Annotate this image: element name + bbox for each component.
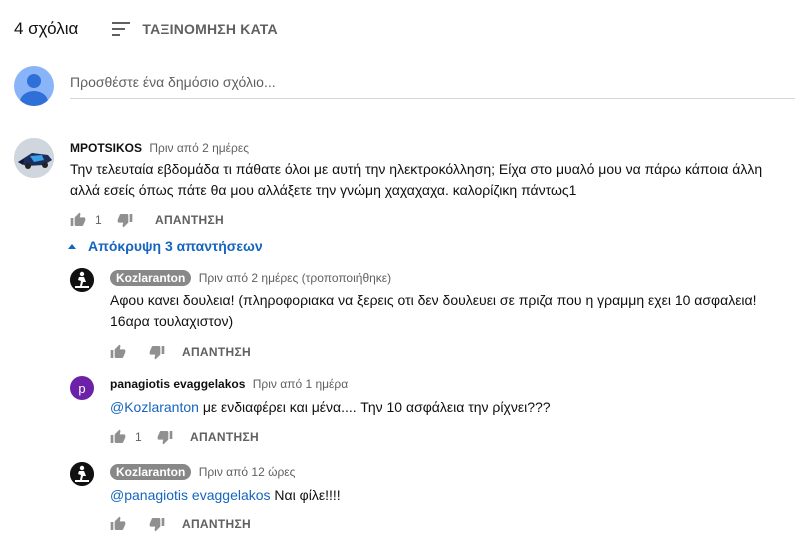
comment-text: Την τελευταία εβδομάδα τι πάθατε όλοι με… xyxy=(70,159,790,201)
comment-actions: ΑΠΑΝΤΗΣΗ xyxy=(110,344,251,360)
comment-time[interactable]: Πριν από 2 ημέρες xyxy=(149,141,249,155)
avatar xyxy=(14,66,54,106)
thumb-up-icon[interactable] xyxy=(70,212,86,228)
thumb-down-icon[interactable] xyxy=(149,516,165,532)
comment-text-line: 16αρα τουλαχιστον) xyxy=(110,313,234,329)
comments-header: 4 σχόλια ΤΑΞΙΝΟΜΗΣΗ ΚΑΤΑ xyxy=(14,17,278,41)
sort-button[interactable]: ΤΑΞΙΝΟΜΗΣΗ ΚΑΤΑ xyxy=(112,21,278,37)
reply-comment: Kozlaranton Πριν από 12 ώρες @panagiotis… xyxy=(70,462,795,532)
hide-replies-label: Απόκρυψη 3 απαντήσεων xyxy=(88,238,263,254)
mention-link[interactable]: @panagiotis evaggelakos xyxy=(110,487,271,503)
comment-text-line: αλλά εσείς όπως πάτε θα μου αλλάξετε την… xyxy=(70,182,577,198)
author-badge[interactable]: Kozlaranton xyxy=(110,270,192,286)
comment-input[interactable] xyxy=(70,66,795,99)
thumb-up-icon[interactable] xyxy=(110,344,126,360)
comment-thread: ΜΡΟΤSIKOS Πριν από 2 ημέρες Την τελευταί… xyxy=(14,138,795,238)
sort-label: ΤΑΞΙΝΟΜΗΣΗ ΚΑΤΑ xyxy=(142,21,278,37)
avatar[interactable] xyxy=(14,138,54,178)
comment-text-line: Την τελευταία εβδομάδα τι πάθατε όλοι με… xyxy=(70,161,763,177)
mention-link[interactable]: @Kozlaranton xyxy=(110,399,199,415)
thumb-up-icon[interactable] xyxy=(110,429,126,445)
comment-text: @panagiotis evaggelakos Ναι φίλε!!!! xyxy=(110,485,790,506)
comment-actions: ΑΠΑΝΤΗΣΗ xyxy=(110,516,251,532)
comment-actions: 1 ΑΠΑΝΤΗΣΗ xyxy=(70,212,224,228)
avatar[interactable] xyxy=(70,268,94,292)
comment-count: 4 σχόλια xyxy=(14,19,79,38)
comment-actions: 1 ΑΠΑΝΤΗΣΗ xyxy=(110,429,259,445)
thumb-down-icon[interactable] xyxy=(117,212,133,228)
thumb-down-icon[interactable] xyxy=(149,344,165,360)
reply-comment: p panagiotis evaggelakos Πριν από 1 ημέρ… xyxy=(70,376,795,446)
comment-time[interactable]: Πριν από 2 ημέρες (τροποποιήθηκε) xyxy=(199,271,391,285)
author-badge[interactable]: Kozlaranton xyxy=(110,464,192,480)
comment-text: Αφου κανει δουλεια! (πληροφοριακα να ξερ… xyxy=(110,290,790,332)
reply-button[interactable]: ΑΠΑΝΤΗΣΗ xyxy=(190,430,259,444)
like-count: 1 xyxy=(135,430,142,444)
comment-time[interactable]: Πριν από 1 ημέρα xyxy=(253,377,348,391)
reply-button[interactable]: ΑΠΑΝΤΗΣΗ xyxy=(182,345,251,359)
thumb-up-icon[interactable] xyxy=(110,516,126,532)
comment-text-line: Αφου κανει δουλεια! (πληροφοριακα να ξερ… xyxy=(110,292,757,308)
caret-up-icon xyxy=(68,243,76,249)
sort-icon xyxy=(112,21,132,37)
add-comment-box xyxy=(14,66,795,106)
avatar[interactable]: p xyxy=(70,376,94,400)
comment-time[interactable]: Πριν από 12 ώρες xyxy=(199,465,296,479)
comment-author[interactable]: panagiotis evaggelakos xyxy=(110,377,245,391)
comment-text-body: με ενδιαφέρει και μένα.... Την 10 ασφάλε… xyxy=(198,399,551,415)
reply-button[interactable]: ΑΠΑΝΤΗΣΗ xyxy=(182,517,251,531)
comment-text-body: Ναι φίλε!!!! xyxy=(270,487,341,503)
reply-comment: Kozlaranton Πριν από 2 ημέρες (τροποποιή… xyxy=(70,268,795,360)
avatar[interactable] xyxy=(70,462,94,486)
comment-author[interactable]: ΜΡΟΤSIKOS xyxy=(70,141,142,155)
hide-replies-button[interactable]: Απόκρυψη 3 απαντήσεων xyxy=(68,238,263,254)
reply-button[interactable]: ΑΠΑΝΤΗΣΗ xyxy=(155,213,224,227)
like-count: 1 xyxy=(95,213,102,227)
comment-text: @Kozlaranton με ενδιαφέρει και μένα.... … xyxy=(110,397,790,418)
thumb-down-icon[interactable] xyxy=(157,429,173,445)
